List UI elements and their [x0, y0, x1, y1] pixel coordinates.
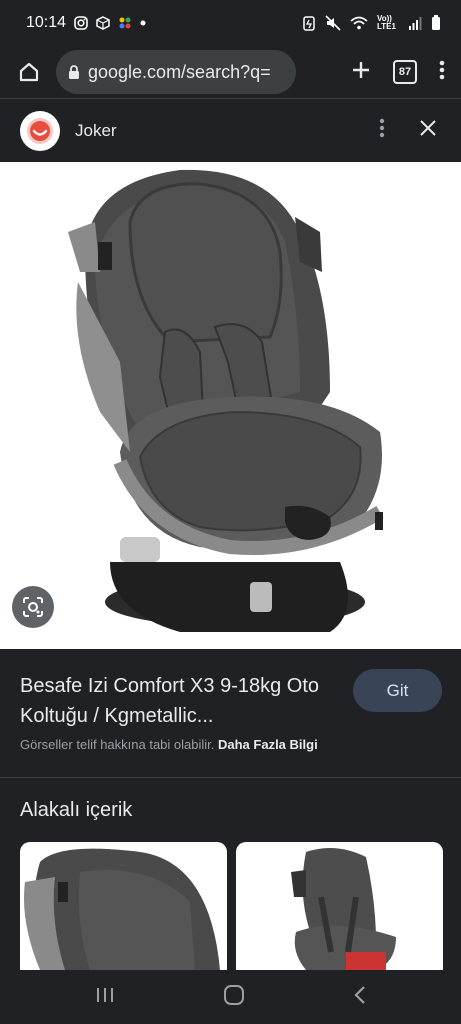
product-image[interactable] [0, 162, 461, 649]
wifi-icon [350, 16, 368, 30]
more-info-link[interactable]: Daha Fazla Bilgi [218, 737, 318, 752]
system-navigation-bar [0, 970, 461, 1024]
back-button[interactable] [352, 985, 368, 1010]
battery-saver-icon [302, 15, 316, 31]
related-image [24, 848, 220, 970]
related-card[interactable] [236, 842, 443, 970]
site-name[interactable]: Joker [75, 121, 117, 141]
panel-menu-button[interactable] [379, 118, 385, 143]
close-panel-button[interactable] [419, 119, 437, 142]
home-nav-button[interactable] [223, 984, 245, 1011]
app-notification-icon [118, 16, 132, 30]
battery-icon [431, 15, 441, 31]
address-bar[interactable]: google.com/search?q= [56, 50, 296, 94]
image-panel-header: Joker [0, 99, 461, 162]
back-icon [353, 985, 365, 1004]
signal-icon [408, 16, 422, 30]
home-button[interactable] [8, 51, 50, 93]
google-lens-button[interactable] [12, 586, 54, 628]
url-text: google.com/search?q= [88, 61, 271, 82]
notification-dot-icon [140, 20, 146, 26]
clock: 10:14 [26, 14, 67, 31]
more-vert-icon [439, 60, 445, 79]
status-bar: 10:14 Vo)) LTE1 [0, 0, 461, 46]
product-title[interactable]: Besafe Izi Comfort X3 9-18kg Oto Koltuğu… [20, 671, 330, 731]
tab-switcher-button[interactable]: 87 [393, 60, 417, 84]
product-info: Besafe Izi Comfort X3 9-18kg Oto Koltuğu… [0, 649, 461, 777]
network-type-label: Vo)) LTE1 [377, 14, 396, 31]
related-image [291, 848, 396, 970]
lens-icon [23, 597, 43, 617]
recent-apps-button[interactable] [94, 986, 116, 1009]
lock-icon [68, 64, 80, 80]
car-seat-illustration [68, 169, 384, 632]
mute-icon [325, 15, 341, 31]
copyright-text: Görseller telif hakkına tabi olabilir. [20, 737, 215, 752]
copyright-notice: Görseller telif hakkına tabi olabilir. D… [20, 737, 318, 752]
more-vert-icon [379, 118, 385, 138]
browser-toolbar: google.com/search?q= 87 [0, 46, 461, 98]
joker-logo-icon [27, 117, 53, 144]
close-icon [420, 120, 436, 136]
package-icon [96, 16, 110, 30]
site-logo [20, 110, 60, 151]
related-heading: Alakalı içerik [20, 799, 133, 821]
related-card[interactable] [20, 842, 227, 970]
new-tab-button[interactable] [351, 60, 371, 85]
recent-apps-icon [96, 987, 113, 1002]
plus-icon [353, 61, 369, 78]
visit-button[interactable]: Git [353, 669, 442, 712]
home-circle-icon [223, 984, 244, 1005]
section-divider [0, 777, 461, 778]
home-icon [19, 62, 39, 82]
browser-menu-button[interactable] [439, 60, 445, 85]
instagram-icon [74, 16, 88, 30]
